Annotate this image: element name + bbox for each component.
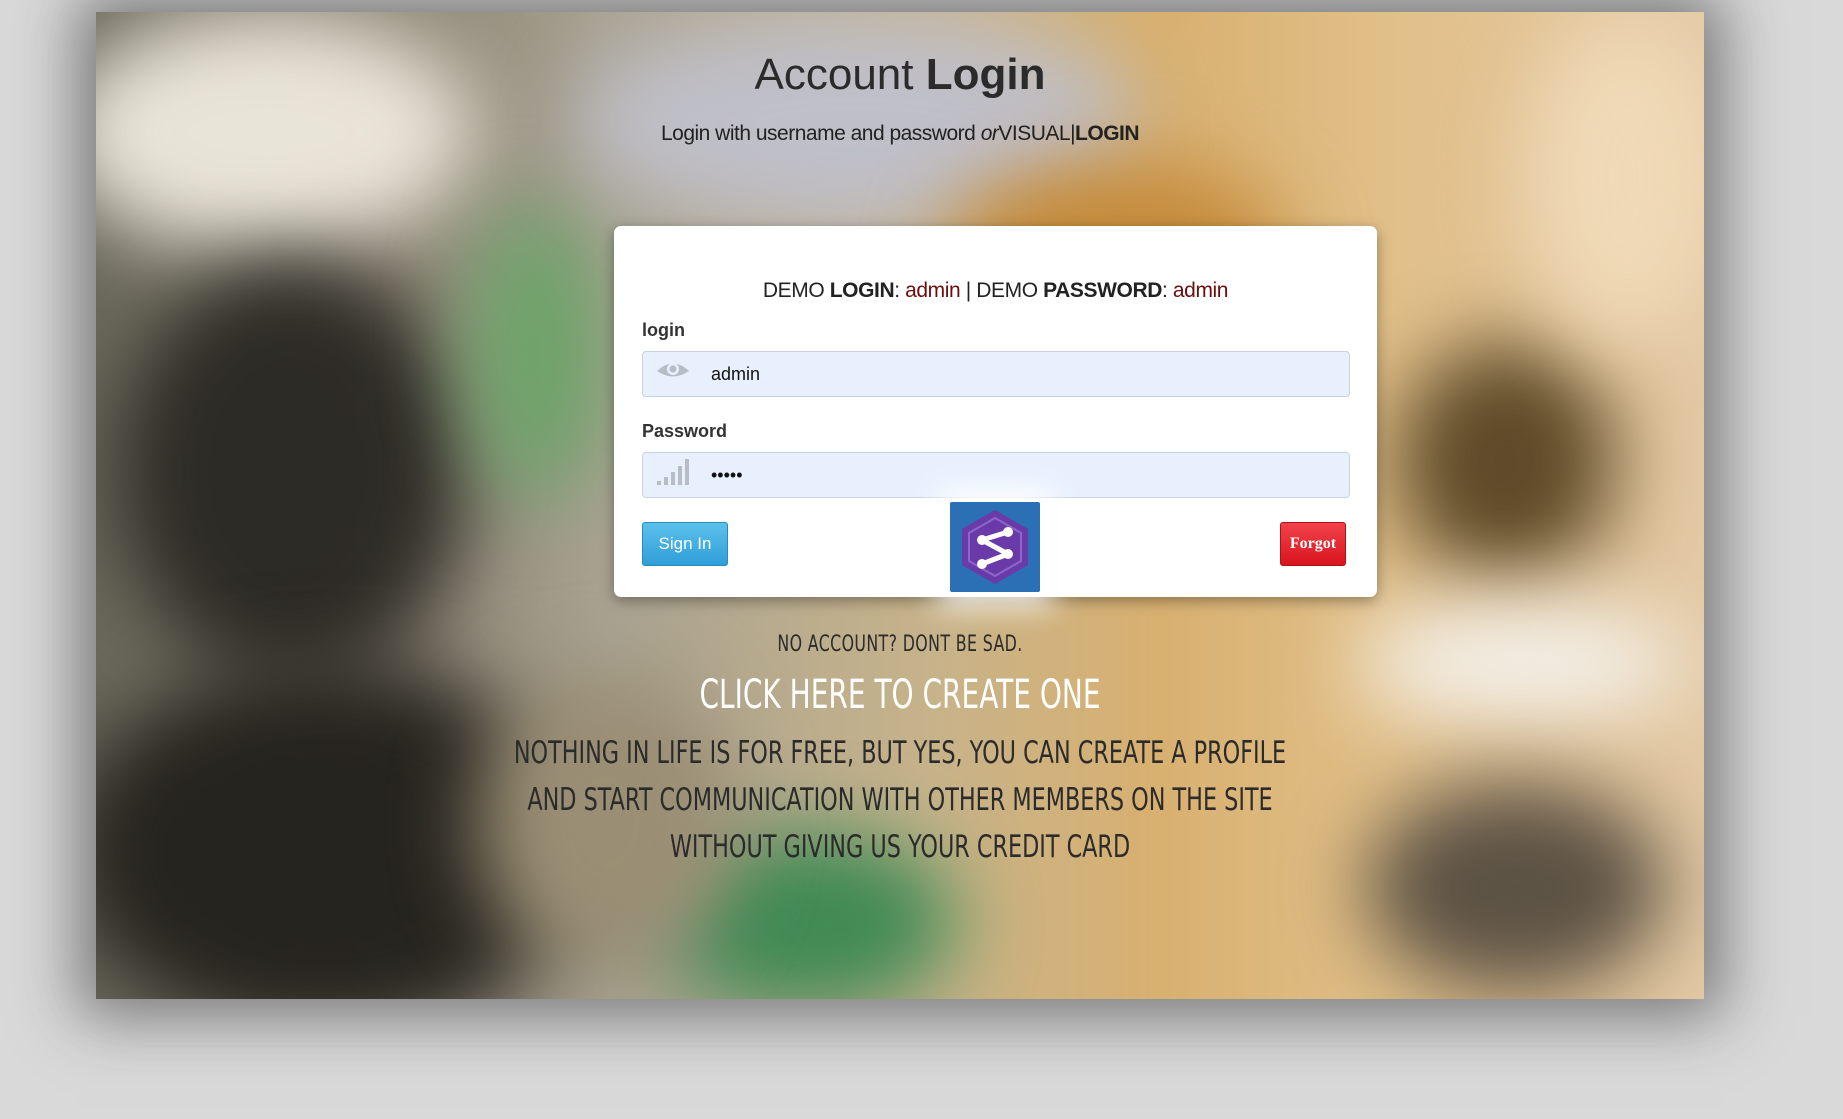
login-label: login <box>642 320 685 340</box>
demo-password-colon: : <box>1162 279 1168 302</box>
promo-line: WITHOUT GIVING US YOUR CREDIT CARD <box>669 829 1131 865</box>
eye-icon <box>657 363 689 377</box>
promo-description: NOTHING IN LIFE IS FOR FREE, BUT YES, YO… <box>321 730 1479 871</box>
login-field-wrapper[interactable] <box>642 351 1350 397</box>
login-card: DEMO LOGIN: admin | DEMO PASSWORD: admin… <box>614 226 1377 597</box>
no-account-text: NO ACCOUNT? DONT BE SAD. <box>777 632 1023 657</box>
subtitle-visual: VISUAL| <box>998 122 1076 145</box>
demo-login-key: LOGIN <box>829 279 895 302</box>
password-field-wrapper[interactable] <box>642 452 1350 498</box>
forgot-button[interactable]: Forgot <box>1280 522 1346 566</box>
network-hexagon-icon <box>962 510 1028 584</box>
demo-login-value: admin <box>905 279 961 302</box>
demo-password-key: PASSWORD <box>1043 279 1163 302</box>
demo-separator: | <box>965 279 971 302</box>
page-title: Account Login <box>96 50 1704 100</box>
page-subtitle: Login with username and password orVISUA… <box>96 122 1704 146</box>
subtitle-or: or <box>980 122 999 145</box>
signal-bars-icon <box>657 459 689 485</box>
create-account-link[interactable]: CLICK HERE TO CREATE ONE <box>337 672 1463 718</box>
demo-login-prefix: DEMO <box>762 279 825 302</box>
title-login: Login <box>925 50 1046 99</box>
blurred-background: Account Login Login with username and pa… <box>96 12 1704 999</box>
visual-login-button[interactable] <box>950 502 1040 592</box>
subtitle-text: Login with username and password <box>660 122 976 145</box>
subtitle-login: LOGIN <box>1075 122 1140 145</box>
password-input[interactable] <box>711 453 1331 497</box>
sign-in-button[interactable]: Sign In <box>642 522 728 566</box>
demo-password-value: admin <box>1172 279 1229 302</box>
demo-login-colon: : <box>894 279 900 302</box>
password-label: Password <box>642 421 728 441</box>
demo-password-prefix: DEMO <box>976 279 1038 302</box>
promo-line: AND START COMMUNICATION WITH OTHER MEMBE… <box>527 782 1273 818</box>
demo-credentials: DEMO LOGIN: admin | DEMO PASSWORD: admin <box>614 279 1377 303</box>
promo-line: NOTHING IN LIFE IS FOR FREE, BUT YES, YO… <box>513 735 1287 771</box>
title-account: Account <box>754 50 914 99</box>
login-input[interactable] <box>711 352 1331 396</box>
